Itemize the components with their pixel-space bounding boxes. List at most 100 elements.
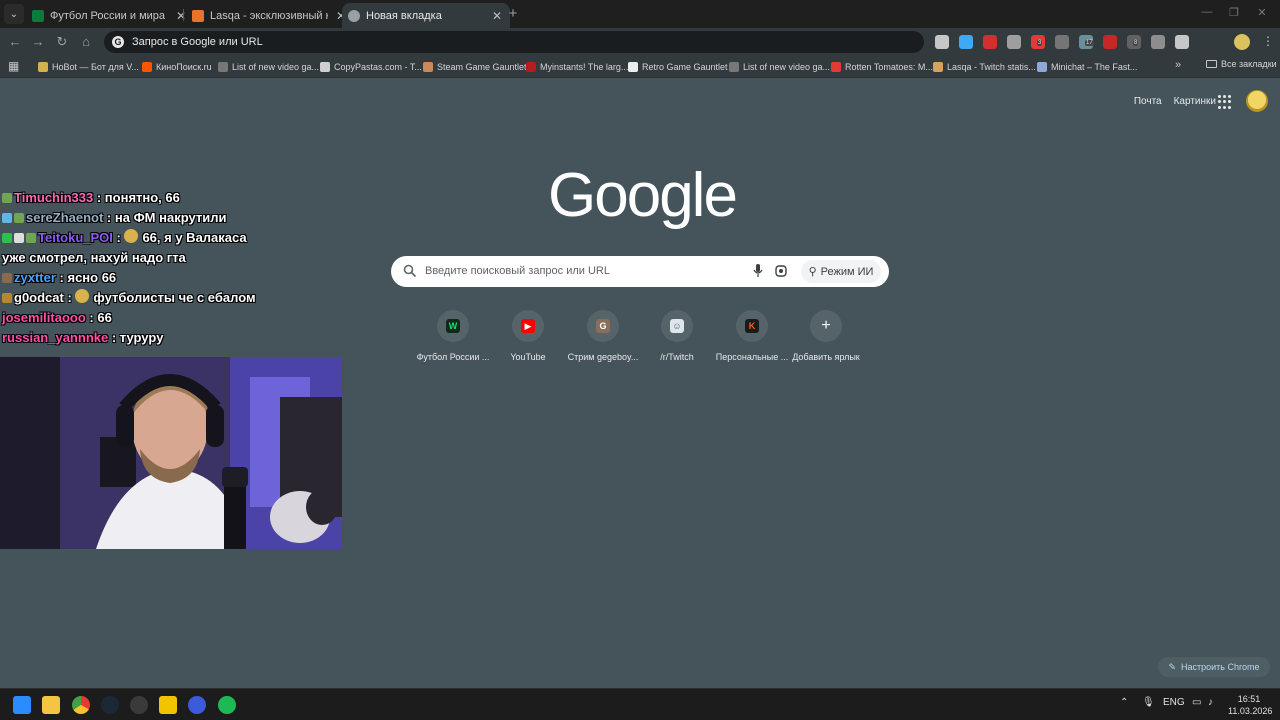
chat-emote-icon	[124, 229, 139, 243]
tab-search-button[interactable]: ⌄	[4, 4, 24, 24]
chat-message: Timuchin333 : понятно, 66	[0, 188, 345, 208]
search-box[interactable]: Введите поисковый запрос или URL ⚲ Режим…	[391, 256, 889, 287]
bookmark-item[interactable]: CopyPastas.com - T...	[320, 59, 422, 75]
streamer-image	[0, 357, 342, 549]
webcam-feed	[0, 357, 342, 549]
pencil-icon: ✎	[1168, 661, 1177, 672]
shortcut-tile[interactable]: ☺ /r/Twitch	[640, 310, 714, 370]
bookmark-item[interactable]: Steam Game Gauntlet	[423, 59, 527, 75]
chat-text: ясно 66	[67, 270, 117, 285]
maximize-icon[interactable]: ❐	[1226, 6, 1242, 19]
address-bar[interactable]: G Запрос в Google или URL	[104, 31, 924, 53]
chat-message: sereZhaenot : на ФМ накрутили	[0, 208, 345, 228]
home-icon[interactable]: ⌂	[77, 33, 95, 51]
search-icon	[403, 264, 417, 278]
new-tab-button[interactable]: +	[504, 5, 522, 23]
shortcut-label: Добавить ярлык	[792, 352, 860, 362]
extension-icon[interactable]	[1103, 35, 1117, 49]
system-clock[interactable]: 16:51 11.03.2026	[1228, 693, 1272, 717]
chat-badge-icon	[2, 193, 12, 203]
bookmark-favicon	[218, 62, 228, 72]
search-input[interactable]: Введите поисковый запрос или URL	[425, 265, 610, 277]
chat-message: zyxtter : ясно 66	[0, 268, 345, 288]
shortcut-tile[interactable]: K Персональные ...	[715, 310, 789, 370]
chevron-up-icon[interactable]: ⌃	[1120, 697, 1128, 708]
extension-badge: 17	[1085, 40, 1094, 46]
bookmark-label: List of new video ga...	[232, 62, 320, 72]
forward-icon[interactable]: →	[29, 33, 47, 51]
shortcut-tile[interactable]: G Стрим gegeboy...	[566, 310, 640, 370]
extension-icon[interactable]	[1175, 35, 1189, 49]
extension-icon[interactable]	[983, 35, 997, 49]
clock-time: 16:51	[1237, 694, 1261, 704]
bookmark-item[interactable]: List of new video ga...	[729, 59, 830, 75]
images-link[interactable]: Картинки	[1174, 96, 1216, 107]
customize-chrome-button[interactable]: ✎ Настроить Chrome	[1158, 657, 1270, 677]
language-indicator[interactable]: ENG	[1163, 697, 1185, 708]
chat-separator: :	[85, 310, 98, 325]
close-icon[interactable]: ✕	[490, 9, 504, 23]
back-icon[interactable]: ←	[6, 33, 24, 51]
add-shortcut-button[interactable]: + Добавить ярлык	[789, 310, 863, 370]
messenger-icon[interactable]	[188, 696, 206, 714]
bookmark-label: КиноПоиск.ru	[156, 62, 212, 72]
shortcut-tile[interactable]: W Футбол России ...	[416, 310, 490, 370]
chat-badge-icon	[26, 233, 36, 243]
extension-icon[interactable]	[1151, 35, 1165, 49]
google-lens-icon[interactable]	[775, 265, 787, 277]
extension-icon[interactable]	[935, 35, 949, 49]
microphone-icon[interactable]	[753, 264, 763, 278]
profile-avatar-icon[interactable]	[1234, 34, 1250, 50]
all-bookmarks-label: Все закладки	[1221, 59, 1277, 69]
google-apps-icon[interactable]	[1218, 95, 1232, 109]
chat-separator: :	[63, 290, 76, 305]
shortcut-icon-circle: G	[587, 310, 619, 342]
microphone-tray-icon[interactable]: 🎙	[1142, 697, 1155, 708]
steam-icon[interactable]	[101, 696, 119, 714]
chat-badge-icon	[2, 213, 12, 223]
bookmark-item[interactable]: Rotten Tomatoes: M...	[831, 59, 933, 75]
chevron-more-icon[interactable]: »	[1175, 59, 1181, 71]
bookmark-item[interactable]: Myinstants! The larg...	[526, 59, 628, 75]
chrome-taskbar-icon[interactable]	[72, 696, 90, 714]
file-explorer-icon[interactable]	[42, 696, 60, 714]
bookmark-item[interactable]: КиноПоиск.ru	[142, 59, 212, 75]
network-icon[interactable]: ▭	[1192, 697, 1201, 708]
chat-text: 66	[97, 310, 112, 325]
tab-new-tab[interactable]: Новая вкладка ✕	[342, 3, 510, 28]
bookmark-item[interactable]: НоBot — Бот для V...	[38, 59, 139, 75]
minimize-icon[interactable]: —	[1199, 6, 1215, 18]
extension-icon[interactable]	[1007, 35, 1021, 49]
window-close-icon[interactable]: ✕	[1254, 6, 1270, 19]
bookmark-item[interactable]: Minichat – The Fast...	[1037, 59, 1137, 75]
extension-icon[interactable]	[1055, 35, 1069, 49]
bookmark-item[interactable]: List of new video ga...	[218, 59, 319, 75]
gmail-link[interactable]: Почта	[1134, 96, 1162, 107]
more-menu-icon[interactable]: ⋮	[1262, 34, 1274, 48]
tab-title: Lasqa - эксклюзивный контент	[210, 9, 328, 22]
chat-badge-icon	[14, 213, 24, 223]
reload-icon[interactable]: ↻	[53, 33, 71, 51]
bookmark-favicon	[526, 62, 536, 72]
shortcut-tile[interactable]: ▶ YouTube	[491, 310, 565, 370]
apps-grid-icon[interactable]: ▦	[8, 60, 20, 72]
shortcut-icon-circle: ☺	[661, 310, 693, 342]
account-avatar[interactable]	[1246, 90, 1268, 112]
chat-text: на ФМ накрутили	[114, 210, 227, 225]
shortcut-label: Футбол России ...	[416, 352, 490, 362]
ai-mode-button[interactable]: ⚲ Режим ИИ	[801, 260, 881, 283]
tab-football[interactable]: Футбол России и мира 2026 - ✕	[26, 3, 194, 28]
tab-lasqa[interactable]: Lasqa - эксклюзивный контент ✕	[186, 3, 354, 28]
volume-icon[interactable]: ♪	[1208, 697, 1213, 708]
all-bookmarks-button[interactable]: Все закладки	[1206, 59, 1277, 69]
extension-icon[interactable]	[959, 35, 973, 49]
bookmark-item[interactable]: Lasqa - Twitch statis...	[933, 59, 1036, 75]
chat-app-icon[interactable]	[218, 696, 236, 714]
bookmark-item[interactable]: Retro Game Gauntlet	[628, 59, 728, 75]
chat-badge-icon	[14, 233, 24, 243]
windows-start-icon[interactable]	[13, 696, 31, 714]
obs-icon[interactable]	[130, 696, 148, 714]
bookmark-label: Steam Game Gauntlet	[437, 62, 527, 72]
gpu-app-icon[interactable]	[159, 696, 177, 714]
bookmark-favicon	[423, 62, 433, 72]
